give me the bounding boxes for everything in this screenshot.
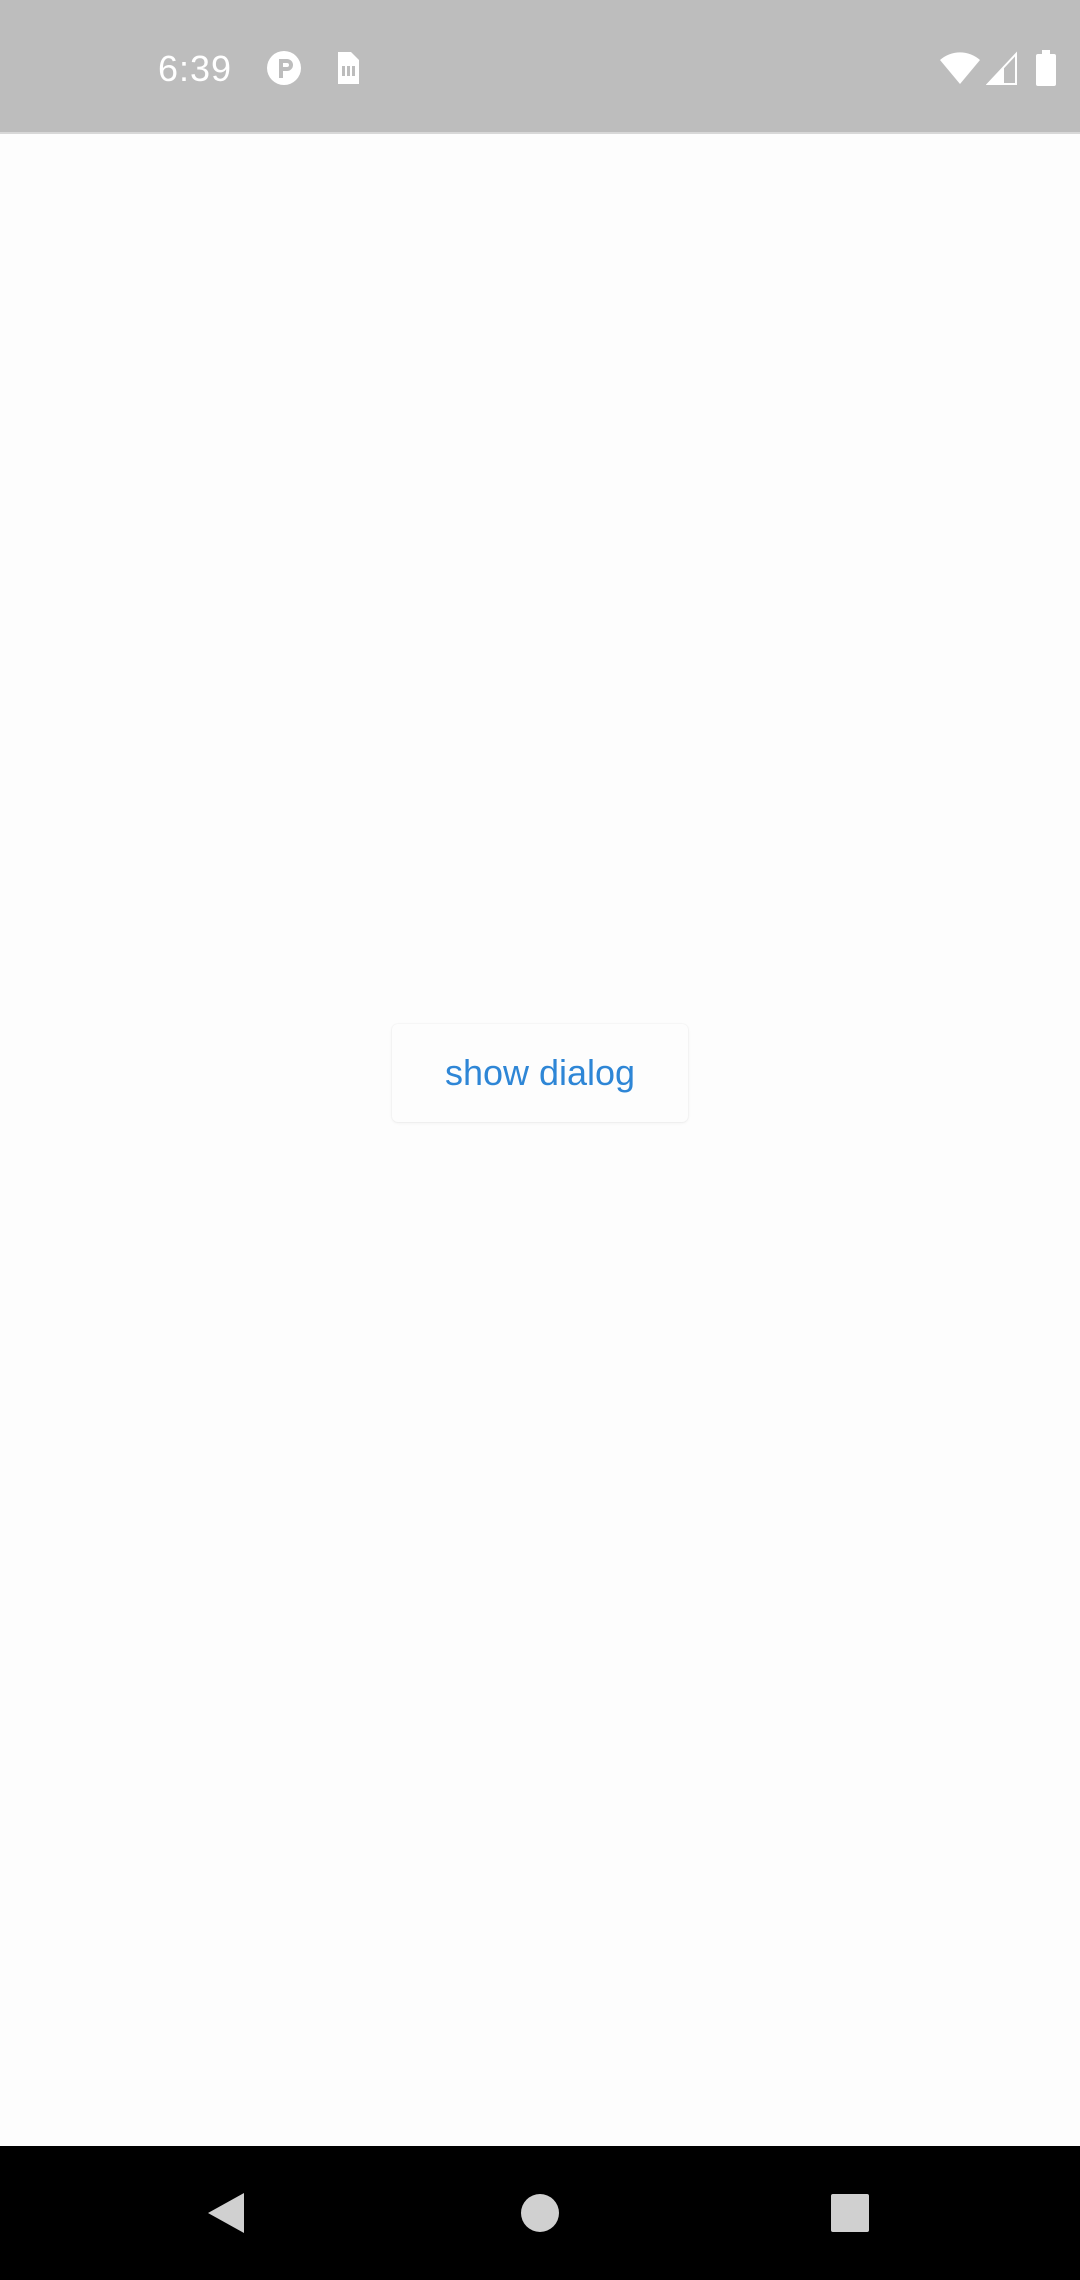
status-bar: 6:39 [0,0,1080,134]
battery-icon [1034,48,1058,88]
recents-icon[interactable] [820,2183,880,2243]
main-content: show dialog [0,134,1080,2146]
status-time: 6:39 [158,48,233,89]
show-dialog-button[interactable]: show dialog [392,1024,688,1122]
back-icon[interactable] [196,2183,256,2243]
wifi-icon [938,48,982,88]
home-icon[interactable] [510,2183,570,2243]
screen: 6:39 show dialog [0,0,1080,2280]
cellular-signal-icon [986,48,1018,88]
navigation-bar [0,2146,1080,2280]
notification-p-icon [264,48,304,88]
sim-card-icon [326,48,366,88]
